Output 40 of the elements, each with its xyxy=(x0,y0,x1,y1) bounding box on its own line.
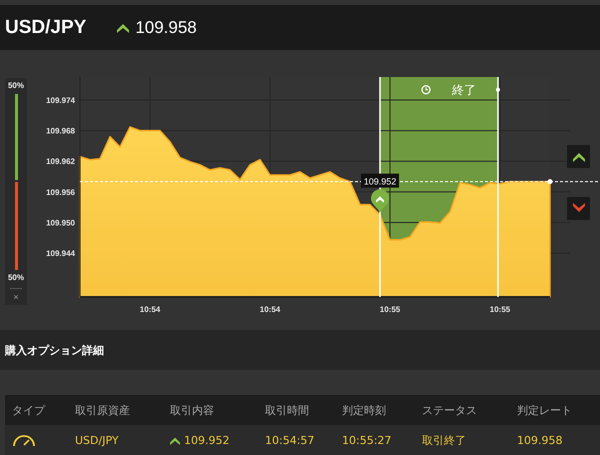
currency-pair: USD/JPY xyxy=(5,16,86,38)
table-cell-text: USD/JPY xyxy=(75,434,120,446)
current-price-dot xyxy=(548,179,552,184)
meter-label: 50% xyxy=(8,81,24,91)
column-header: 取引内容 xyxy=(170,402,215,418)
table-cell-text: 10:54:57 xyxy=(265,434,316,446)
current-rate: 109.958 xyxy=(135,18,197,38)
column-header: タイプ xyxy=(12,402,46,418)
table-cell-text: 109.958 xyxy=(517,434,564,446)
high-button[interactable] xyxy=(567,145,590,168)
column-header: ステータス xyxy=(422,402,478,418)
x-axis-label: 10:54 xyxy=(140,305,160,314)
low-button[interactable] xyxy=(567,197,590,220)
y-axis-label: 109.944 xyxy=(46,249,75,258)
chevron-down-icon xyxy=(572,203,584,214)
column-header: 取引原資産 xyxy=(75,402,131,418)
column-header: 取引時間 xyxy=(265,402,310,418)
y-axis-label: 109.974 xyxy=(46,96,75,105)
table-cell-text: 10:55:27 xyxy=(342,434,392,446)
close-button[interactable]: × xyxy=(13,292,19,302)
entry-price-tag: 109.952 xyxy=(361,174,399,188)
column-header: 判定時刻 xyxy=(342,402,387,418)
expiry-label: 終了 xyxy=(452,82,476,97)
clock-icon xyxy=(421,85,431,94)
section-title: 購入オプション詳細 xyxy=(5,344,104,358)
y-axis-label: 109.956 xyxy=(46,188,75,197)
y-axis-label: 109.968 xyxy=(46,126,75,136)
x-axis-label: 10:55 xyxy=(380,305,400,314)
marker-dot xyxy=(496,88,500,92)
column-header: 判定レート xyxy=(517,402,573,418)
gauge-icon xyxy=(12,432,36,448)
x-axis-label: 10:55 xyxy=(490,305,510,314)
table-cell: 109.952 xyxy=(184,434,230,446)
y-axis-label: 109.962 xyxy=(46,157,75,166)
x-axis-label: 10:54 xyxy=(260,305,280,314)
entry-pin xyxy=(371,189,389,212)
chevron-up-icon xyxy=(572,151,584,162)
y-axis-label: 109.950 xyxy=(46,218,75,228)
meter-label: 50% xyxy=(8,273,24,283)
table-cell-text: 取引終了 xyxy=(422,432,467,448)
